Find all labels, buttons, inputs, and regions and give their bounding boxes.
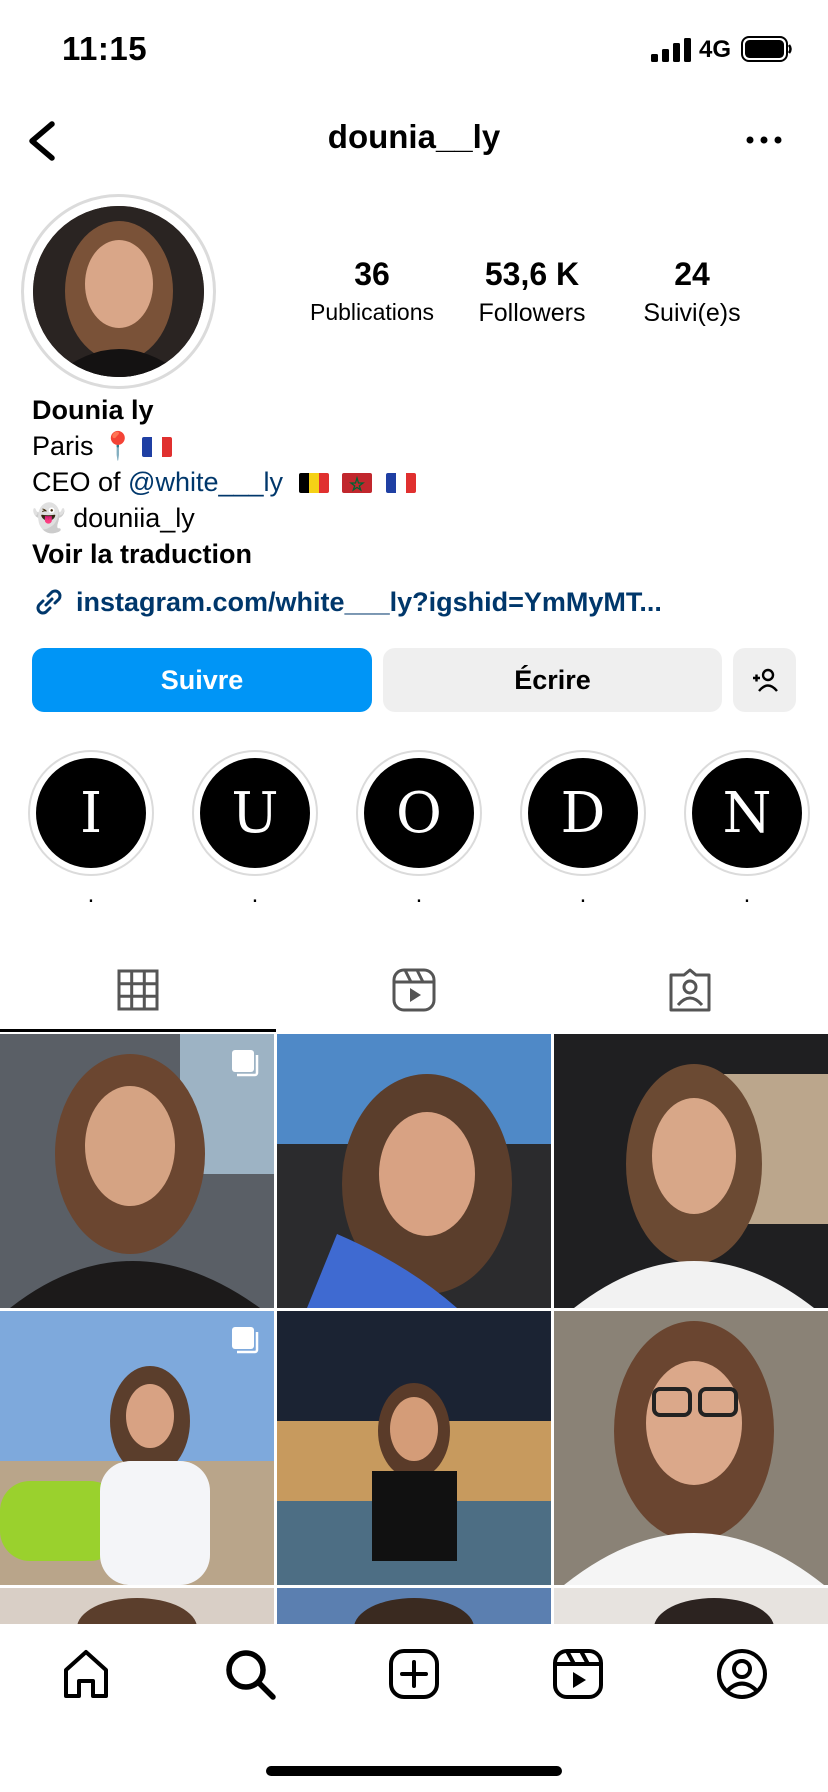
multiple-photos-icon [232, 1327, 259, 1354]
mention-link[interactable]: @white___ly [128, 467, 283, 497]
multiple-photos-icon [232, 1050, 259, 1077]
bio-ceo-prefix: CEO of [32, 467, 121, 497]
bio: Dounia ly Paris 📍 CEO of @white___ly 👻 d… [32, 392, 792, 572]
stat-publications[interactable]: 36 Publications [292, 256, 452, 326]
stat-value: 53,6 K [484, 256, 580, 292]
message-button[interactable]: Écrire [383, 648, 722, 712]
highlight-item[interactable]: I [28, 750, 154, 876]
highlight-item[interactable]: N [684, 750, 810, 876]
reels-icon[interactable] [550, 1646, 606, 1702]
stat-label: Suivi(e)s [643, 299, 741, 327]
translate-link[interactable]: Voir la traduction [32, 536, 792, 572]
bio-link-text: instagram.com/white___ly?igshid=YmMyMT..… [76, 587, 662, 617]
highlight-letter: N [692, 758, 802, 868]
profile-header: dounia__ly [0, 100, 828, 182]
highlight-letter: U [200, 758, 310, 868]
signal-icon [651, 38, 691, 62]
highlight-letter: I [36, 758, 146, 868]
network-type: 4G [699, 36, 732, 63]
profile-tabs [0, 950, 828, 1030]
tab-tagged[interactable] [552, 950, 828, 1030]
highlight-letter: D [528, 758, 638, 868]
stat-value: 24 [674, 256, 710, 292]
post-thumbnail[interactable] [0, 1034, 274, 1308]
page-title: dounia__ly [327, 118, 501, 155]
stat-followers[interactable]: 53,6 K Followers [452, 256, 612, 328]
bio-snapchat: douniia_ly [73, 503, 195, 533]
bio-link[interactable]: instagram.com/white___ly?igshid=YmMyMT..… [32, 585, 662, 619]
status-bar: 11:15 4G [0, 0, 828, 100]
stat-label: Publications [309, 299, 435, 325]
highlight-item[interactable]: D [520, 750, 646, 876]
battery-icon [741, 36, 792, 62]
status-time: 11:15 [62, 30, 148, 67]
bio-location: Paris [32, 431, 94, 461]
highlight-item[interactable]: O [356, 750, 482, 876]
tab-posts[interactable] [0, 950, 276, 1030]
highlight-label: . [415, 881, 423, 908]
display-name: Dounia ly [32, 395, 154, 425]
create-icon[interactable] [386, 1646, 442, 1702]
flag-belgium-icon [298, 473, 329, 493]
highlight-label: . [251, 881, 259, 908]
highlight-label: . [743, 881, 751, 908]
highlight-label: . [87, 881, 95, 908]
stat-following[interactable]: 24 Suivi(e)s [612, 256, 772, 328]
search-icon[interactable] [222, 1646, 278, 1702]
post-thumbnail[interactable] [0, 1588, 274, 1624]
highlight-item[interactable]: U [192, 750, 318, 876]
bio-snapchat-line: 👻 douniia_ly [32, 500, 792, 536]
post-thumbnail[interactable] [277, 1034, 551, 1308]
bottom-navigation [0, 1624, 828, 1792]
flag-france-icon [142, 437, 173, 457]
flag-france-icon [385, 473, 416, 493]
add-person-icon [752, 668, 778, 692]
reels-icon [392, 968, 436, 1012]
stat-label: Followers [478, 299, 586, 327]
active-tab-indicator [0, 1029, 276, 1032]
bio-location-line: Paris 📍 [32, 428, 792, 464]
tagged-icon [669, 968, 711, 1012]
pin-icon: 📍 [101, 431, 135, 461]
ghost-icon: 👻 [32, 503, 66, 533]
highlight-label: . [579, 881, 587, 908]
highlight-letter: O [364, 758, 474, 868]
bio-ceo-line: CEO of @white___ly [32, 464, 792, 500]
post-thumbnail[interactable] [277, 1588, 551, 1624]
home-indicator [266, 1766, 562, 1776]
post-thumbnail[interactable] [554, 1034, 828, 1308]
follow-button[interactable]: Suivre [32, 648, 372, 712]
stat-value: 36 [354, 256, 390, 292]
post-thumbnail[interactable] [554, 1588, 828, 1624]
home-icon[interactable] [58, 1646, 114, 1702]
flag-morocco-icon [342, 473, 373, 493]
posts-grid [0, 1034, 828, 1624]
more-options-icon[interactable] [742, 130, 786, 150]
grid-icon [117, 969, 159, 1011]
avatar[interactable] [33, 206, 204, 377]
post-thumbnail[interactable] [554, 1311, 828, 1585]
link-icon [36, 589, 62, 615]
post-thumbnail[interactable] [277, 1311, 551, 1585]
tab-reels[interactable] [276, 950, 552, 1030]
post-thumbnail[interactable] [0, 1311, 274, 1585]
suggest-users-button[interactable] [733, 648, 796, 712]
profile-icon[interactable] [714, 1646, 770, 1702]
